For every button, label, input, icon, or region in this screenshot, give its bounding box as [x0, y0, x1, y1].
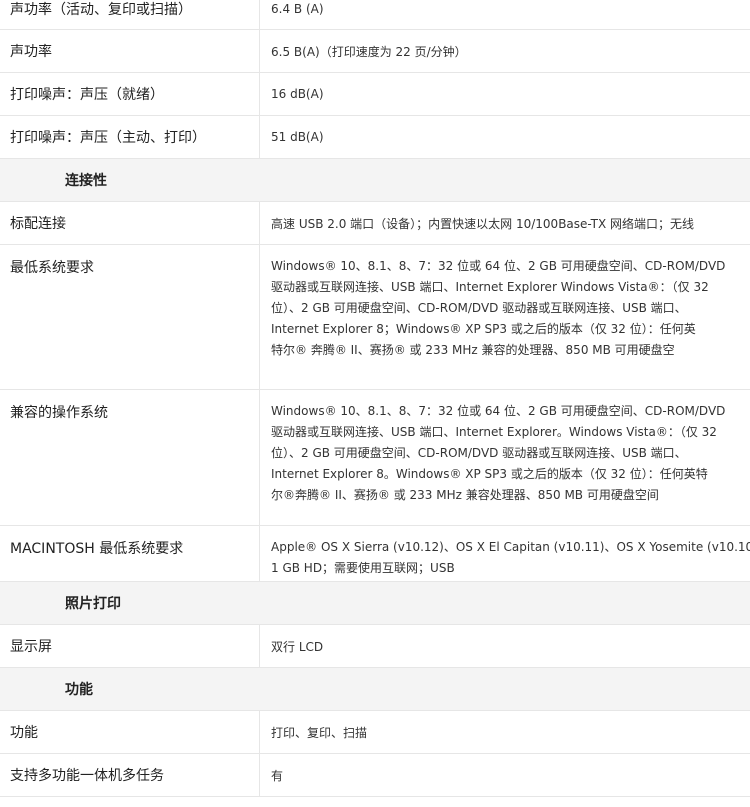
spec-value: 有: [271, 768, 284, 783]
spec-row-compatible-os: 兼容的操作系统 Windows® 10、8.1、8、7：32 位或 64 位、2…: [0, 390, 750, 526]
spec-label: 最低系统要求: [0, 245, 260, 389]
spec-value: 6.4 B (A): [271, 1, 324, 16]
spec-value-line: 1 GB HD；需要使用互联网；USB: [271, 561, 455, 575]
spec-value: Windows® 10、8.1、8、7：32 位或 64 位、2 GB 可用硬盘…: [260, 390, 750, 525]
spec-value-line: 特尔® 奔腾® II、赛扬® 或 233 MHz 兼容的处理器、850 MB 可…: [271, 343, 675, 357]
spec-row-min-system: 最低系统要求 Windows® 10、8.1、8、7：32 位或 64 位、2 …: [0, 245, 750, 390]
spec-value: 打印、复印、扫描: [271, 725, 368, 740]
spec-value: 51 dB(A): [271, 130, 324, 144]
spec-row-display: 显示屏 双行 LCD: [0, 625, 750, 668]
spec-value-line: Internet Explorer 8；Windows® XP SP3 或之后的…: [271, 322, 696, 336]
spec-row-sound-power: 声功率 6.5 B(A)（打印速度为 22 页/分钟）: [0, 30, 750, 73]
spec-value-line: 驱动器或互联网连接、USB 端口、Internet Explorer。Windo…: [271, 425, 717, 439]
spec-row-multitask: 支持多功能一体机多任务 有: [0, 754, 750, 797]
spec-label: 标配连接: [0, 202, 260, 244]
section-header-connectivity: 连接性: [0, 159, 750, 202]
spec-value: Windows® 10、8.1、8、7：32 位或 64 位、2 GB 可用硬盘…: [260, 245, 750, 389]
spec-value: 16 dB(A): [271, 87, 324, 101]
spec-value-line: 位）、2 GB 可用硬盘空间、CD-ROM/DVD 驱动器或互联网连接、USB …: [271, 446, 687, 460]
spec-value: 高速 USB 2.0 端口（设备）；内置快速以太网 10/100Base-TX …: [271, 216, 695, 231]
spec-row-functions: 功能 打印、复印、扫描: [0, 711, 750, 754]
spec-table: 声功率（活动、复印或扫描） 6.4 B (A) 声功率 6.5 B(A)（打印速…: [0, 0, 750, 797]
spec-row-pressure-active: 打印噪声：声压（主动、打印） 51 dB(A): [0, 116, 750, 159]
spec-label: 打印噪声：声压（主动、打印）: [0, 116, 260, 158]
spec-row-mac-min: MACINTOSH 最低系统要求 Apple® OS X Sierra (v10…: [0, 526, 750, 582]
spec-value: Apple® OS X Sierra (v10.12)、OS X El Capi…: [260, 526, 750, 581]
spec-label: MACINTOSH 最低系统要求: [0, 526, 260, 581]
spec-row-pressure-ready: 打印噪声：声压（就绪） 16 dB(A): [0, 73, 750, 116]
spec-value-line: Apple® OS X Sierra (v10.12)、OS X El Capi…: [271, 540, 750, 554]
spec-value: 双行 LCD: [271, 639, 324, 654]
spec-label: 声功率: [0, 30, 260, 72]
spec-value-line: Windows® 10、8.1、8、7：32 位或 64 位、2 GB 可用硬盘…: [271, 404, 726, 418]
spec-value-line: Internet Explorer 8。Windows® XP SP3 或之后的…: [271, 467, 708, 481]
section-header-photo-print: 照片打印: [0, 582, 750, 625]
section-header-features: 功能: [0, 668, 750, 711]
spec-row-noise-active: 声功率（活动、复印或扫描） 6.4 B (A): [0, 0, 750, 30]
spec-label: 功能: [0, 711, 260, 753]
spec-label: 声功率（活动、复印或扫描）: [0, 0, 260, 29]
spec-row-standard-connect: 标配连接 高速 USB 2.0 端口（设备）；内置快速以太网 10/100Bas…: [0, 202, 750, 245]
spec-value-line: 位）、2 GB 可用硬盘空间、CD-ROM/DVD 驱动器或互联网连接、USB …: [271, 301, 687, 315]
spec-label: 支持多功能一体机多任务: [0, 754, 260, 796]
spec-label: 打印噪声：声压（就绪）: [0, 73, 260, 115]
spec-label: 兼容的操作系统: [0, 390, 260, 525]
spec-value-line: Windows® 10、8.1、8、7：32 位或 64 位、2 GB 可用硬盘…: [271, 259, 726, 273]
spec-value: 6.5 B(A)（打印速度为 22 页/分钟）: [271, 44, 467, 59]
spec-value-line: 尔®奔腾® II、赛扬® 或 233 MHz 兼容处理器、850 MB 可用硬盘…: [271, 488, 659, 502]
spec-value-line: 驱动器或互联网连接、USB 端口、Internet Explorer Windo…: [271, 280, 709, 294]
spec-label: 显示屏: [0, 625, 260, 667]
